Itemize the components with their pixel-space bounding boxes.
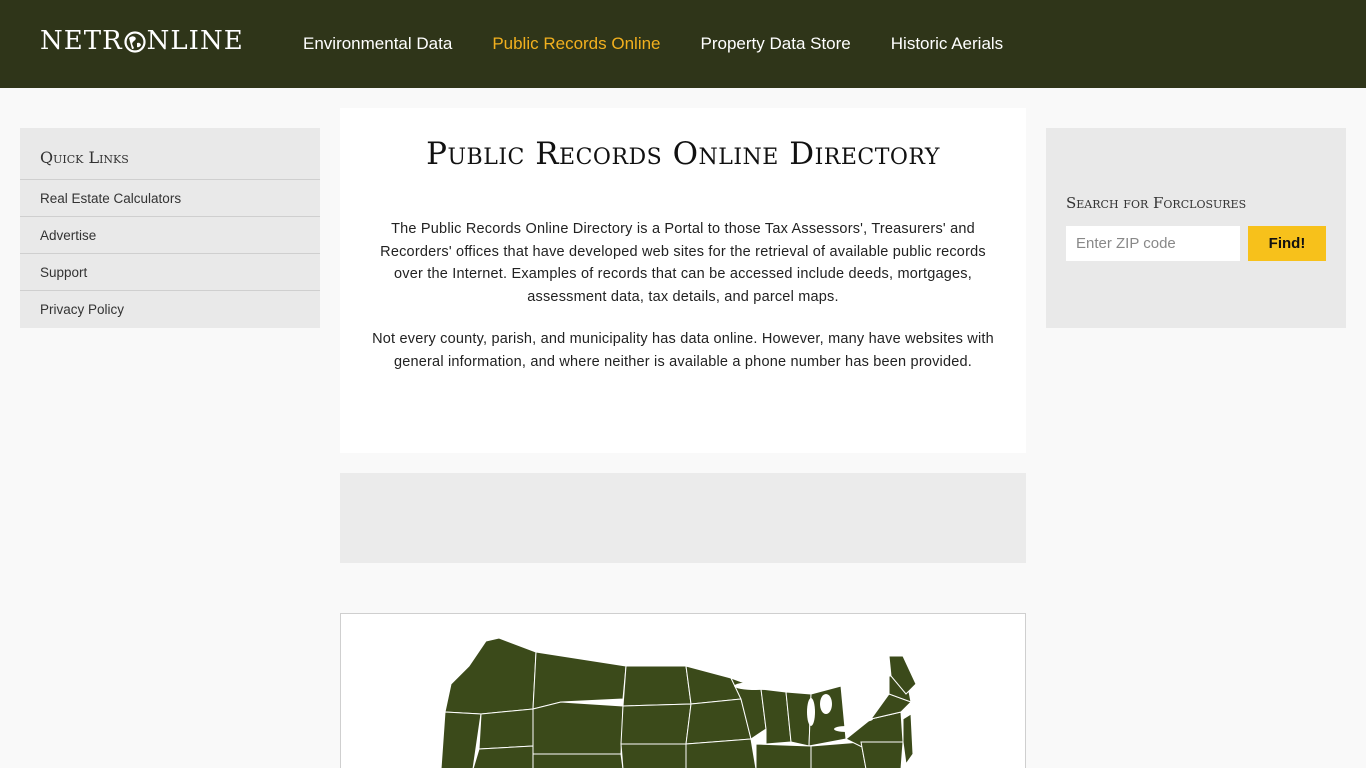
- quick-links-title: Quick Links: [20, 128, 320, 180]
- us-map[interactable]: [341, 614, 1026, 768]
- sidebar-link-privacy-policy[interactable]: Privacy Policy: [20, 291, 320, 328]
- sidebar-link-support[interactable]: Support: [20, 254, 320, 291]
- find-button[interactable]: Find!: [1248, 226, 1326, 261]
- map-state[interactable]: [532, 651, 627, 710]
- map-state[interactable]: [755, 743, 812, 768]
- sidebar-link-real-estate-calculators[interactable]: Real Estate Calculators: [20, 180, 320, 217]
- us-map-container: [340, 613, 1026, 768]
- site-logo[interactable]: NETR NLINE: [40, 24, 244, 58]
- map-state[interactable]: [622, 665, 692, 707]
- map-state[interactable]: [685, 665, 742, 705]
- map-state[interactable]: [478, 708, 534, 750]
- intro-paragraph-1: The Public Records Online Directory is a…: [380, 221, 986, 305]
- page-title: Public Records Online Directory: [426, 136, 940, 172]
- site-header: NETR NLINE Environmental Data Public Rec…: [0, 0, 1366, 88]
- ad-placeholder: [340, 473, 1026, 563]
- zip-code-input[interactable]: [1066, 226, 1240, 261]
- map-state[interactable]: [444, 637, 537, 715]
- foreclosure-search-widget: Search for Forclosures Find!: [1046, 128, 1346, 328]
- nav-property-data-store[interactable]: Property Data Store: [681, 34, 871, 54]
- main-nav: Environmental Data Public Records Online…: [283, 0, 1023, 88]
- map-state[interactable]: [902, 713, 914, 766]
- nav-historic-aerials[interactable]: Historic Aerials: [871, 34, 1023, 54]
- map-state[interactable]: [620, 703, 692, 745]
- map-state[interactable]: [860, 741, 904, 768]
- map-state[interactable]: [685, 738, 757, 768]
- globe-icon: [124, 30, 146, 53]
- search-title: Search for Forclosures: [1066, 194, 1247, 212]
- logo-text-right: NLINE: [146, 26, 244, 56]
- nav-public-records-online[interactable]: Public Records Online: [472, 34, 680, 54]
- map-state[interactable]: [810, 741, 867, 768]
- quick-links-sidebar: Quick Links Real Estate Calculators Adve…: [20, 128, 320, 328]
- intro-card: Public Records Online Directory The Publ…: [340, 108, 1026, 453]
- map-state[interactable]: [532, 701, 624, 755]
- map-state[interactable]: [532, 753, 624, 768]
- nav-environmental-data[interactable]: Environmental Data: [283, 34, 472, 54]
- map-state[interactable]: [472, 745, 534, 768]
- sidebar-link-advertise[interactable]: Advertise: [20, 217, 320, 254]
- map-state[interactable]: [685, 698, 752, 745]
- map-state[interactable]: [620, 743, 687, 768]
- logo-text-left: NETR: [40, 26, 123, 56]
- map-state[interactable]: [440, 711, 482, 768]
- intro-paragraph-2: Not every county, parish, and municipali…: [372, 331, 994, 370]
